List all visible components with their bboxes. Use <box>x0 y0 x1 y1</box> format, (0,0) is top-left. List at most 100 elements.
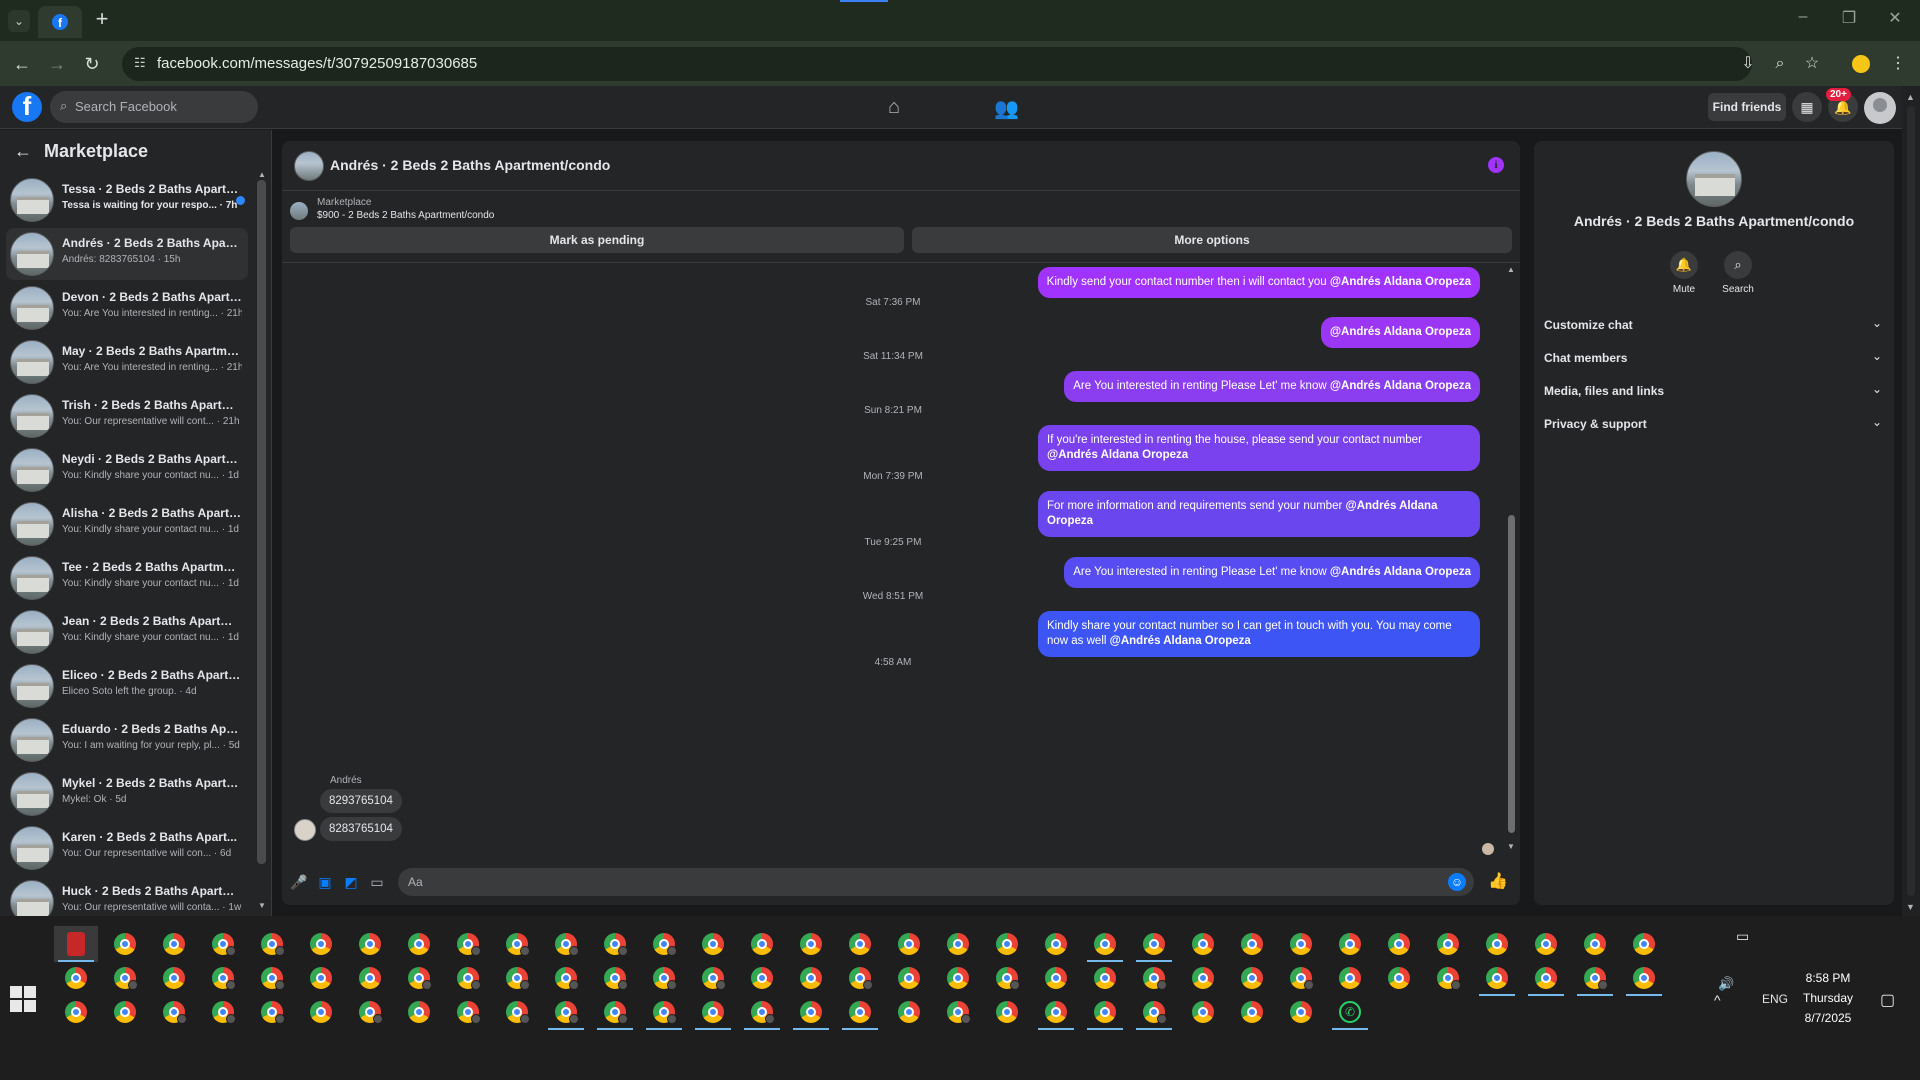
conversation-item[interactable]: Karen · 2 Beds 2 Baths Apart... You: Our … <box>6 822 248 874</box>
taskbar-chrome[interactable] <box>1426 926 1470 962</box>
outgoing-message[interactable]: If you're interested in renting the hous… <box>1038 425 1480 471</box>
outgoing-message[interactable]: For more information and requirements se… <box>1038 491 1480 537</box>
minimize-icon[interactable]: – <box>1788 8 1818 32</box>
taskbar-chrome[interactable] <box>1034 960 1078 996</box>
chat-avatar[interactable] <box>294 151 324 181</box>
mention-link[interactable]: @Andrés Aldana Oropeza <box>1330 326 1471 338</box>
mute-button[interactable]: 🔔 Mute <box>1664 251 1704 295</box>
conversation-item[interactable]: Trish · 2 Beds 2 Baths Apartmen... You: O… <box>6 390 248 442</box>
search-in-chat-button[interactable]: ⌕ Search <box>1718 251 1758 295</box>
taskbar-chrome[interactable] <box>1132 960 1176 996</box>
taskbar-chrome[interactable] <box>1426 960 1470 996</box>
taskbar-chrome[interactable] <box>740 960 784 996</box>
scroll-up-icon[interactable]: ▲ <box>258 170 266 179</box>
sidebar-scrollbar[interactable]: ▲ ▼ <box>257 170 266 910</box>
url-text[interactable]: facebook.com/messages/t/3079250918703068… <box>157 55 477 72</box>
taskbar-chrome[interactable] <box>1181 926 1225 962</box>
taskbar-chrome[interactable] <box>789 994 833 1030</box>
install-app-icon[interactable]: ⇩ <box>1736 52 1760 76</box>
taskbar-chrome[interactable] <box>887 960 931 996</box>
conversation-item[interactable]: Alisha · 2 Beds 2 Baths Apartme... You: K… <box>6 498 248 550</box>
outgoing-message[interactable]: Kindly send your contact number then i w… <box>1037 267 1480 298</box>
mention-link[interactable]: @Andrés Aldana Oropeza <box>1330 380 1471 392</box>
section-chat-members[interactable]: Chat members ⌄ <box>1544 347 1884 369</box>
facebook-logo-icon[interactable]: f <box>12 92 42 122</box>
tab-facebook[interactable]: f <box>38 6 82 38</box>
taskbar-chrome[interactable] <box>1230 926 1274 962</box>
outgoing-message[interactable]: @Andrés Aldana Oropeza <box>1320 317 1480 348</box>
incoming-message[interactable]: 8283765104 <box>320 817 402 841</box>
emoji-icon[interactable]: ☺ <box>1448 873 1466 891</box>
taskbar-chrome[interactable] <box>1132 926 1176 962</box>
info-icon[interactable]: i <box>1488 157 1504 173</box>
taskbar-chrome[interactable] <box>838 926 882 962</box>
taskbar-chrome[interactable] <box>593 926 637 962</box>
taskbar-whatsapp[interactable]: ✆ <box>1328 994 1372 1030</box>
taskbar-chrome[interactable] <box>1230 994 1274 1030</box>
mark-as-pending-button[interactable]: Mark as pending <box>290 227 904 253</box>
reload-icon[interactable]: ↻ <box>80 52 104 76</box>
taskbar-chrome[interactable] <box>201 994 245 1030</box>
find-friends-button[interactable]: Find friends <box>1708 93 1786 121</box>
taskbar-chrome[interactable] <box>1524 926 1568 962</box>
taskbar-chrome[interactable] <box>152 994 196 1030</box>
taskbar-chrome[interactable] <box>495 994 539 1030</box>
taskbar-chrome[interactable] <box>789 926 833 962</box>
taskbar-chrome[interactable] <box>1475 926 1519 962</box>
taskbar-chrome[interactable] <box>887 926 931 962</box>
taskbar-chrome[interactable] <box>397 960 441 996</box>
taskbar-chrome[interactable] <box>1132 994 1176 1030</box>
taskbar-chrome[interactable] <box>1181 994 1225 1030</box>
taskbar-chrome[interactable] <box>1034 926 1078 962</box>
scroll-up-icon[interactable]: ▲ <box>1507 265 1515 274</box>
taskbar-chrome[interactable] <box>348 960 392 996</box>
conversation-item[interactable]: Tee · 2 Beds 2 Baths Apartment... You: Ki… <box>6 552 248 604</box>
chat-scrollbar[interactable]: ▲ ▼ <box>1506 265 1516 851</box>
page-scroll-thumb[interactable] <box>1907 106 1915 896</box>
browser-menu-icon[interactable]: ⋮ <box>1886 52 1910 76</box>
taskbar-chrome[interactable] <box>1524 960 1568 996</box>
taskbar-chrome[interactable] <box>691 926 735 962</box>
taskbar-chrome[interactable] <box>495 926 539 962</box>
taskbar-chrome[interactable] <box>1573 926 1617 962</box>
taskbar-chrome[interactable] <box>789 960 833 996</box>
taskbar-chrome[interactable] <box>1328 926 1372 962</box>
notification-center-icon[interactable]: ▢ <box>1880 990 1895 1010</box>
sidebar-scroll-thumb[interactable] <box>257 180 266 864</box>
scroll-down-icon[interactable]: ▼ <box>1507 842 1515 851</box>
close-window-icon[interactable]: ✕ <box>1880 8 1910 32</box>
taskbar-chrome[interactable] <box>936 994 980 1030</box>
taskbar-chrome[interactable] <box>1181 960 1225 996</box>
taskbar-chrome[interactable] <box>446 994 490 1030</box>
taskbar-chrome[interactable] <box>691 960 735 996</box>
conversation-item[interactable]: Jean · 2 Beds 2 Baths Apartmen... You: Ki… <box>6 606 248 658</box>
taskbar-chrome[interactable] <box>936 926 980 962</box>
conversation-item[interactable]: Andrés · 2 Beds 2 Baths Apartm... Andrés:… <box>6 228 248 280</box>
taskbar-chrome[interactable] <box>1083 960 1127 996</box>
taskbar-chrome[interactable] <box>299 926 343 962</box>
conversation-item[interactable]: Eduardo · 2 Beds 2 Baths Apart... You: I … <box>6 714 248 766</box>
taskbar-chrome[interactable] <box>1622 960 1666 996</box>
taskbar-chrome[interactable] <box>1377 926 1421 962</box>
back-arrow-icon[interactable]: ← <box>14 141 32 162</box>
taskbar-chrome[interactable] <box>1622 926 1666 962</box>
account-avatar[interactable] <box>1864 92 1896 124</box>
taskbar-chrome[interactable] <box>103 960 147 996</box>
section-privacy-support[interactable]: Privacy & support ⌄ <box>1544 413 1884 435</box>
taskbar-chrome[interactable] <box>54 960 98 996</box>
taskbar-chrome[interactable] <box>642 994 686 1030</box>
taskbar-chrome[interactable] <box>250 960 294 996</box>
marketplace-listing-bar[interactable]: Marketplace $900 - 2 Beds 2 Baths Apartm… <box>282 193 1520 227</box>
bookmark-star-icon[interactable]: ☆ <box>1800 52 1824 76</box>
taskbar-chrome[interactable] <box>642 926 686 962</box>
facebook-search-input[interactable]: ⌕ Search Facebook <box>50 91 258 123</box>
chat-scroll-thumb[interactable] <box>1508 515 1515 833</box>
conversation-item[interactable]: Huck · 2 Beds 2 Baths Apartme... You: Our… <box>6 876 248 916</box>
scroll-up-icon[interactable]: ▲ <box>1906 92 1915 102</box>
taskbar-chrome[interactable] <box>838 994 882 1030</box>
microphone-icon[interactable]: 🎤 <box>290 873 308 891</box>
new-tab-button[interactable]: + <box>90 8 114 32</box>
gif-icon[interactable]: ▭ <box>368 873 386 891</box>
taskbar-chrome[interactable] <box>1083 994 1127 1030</box>
taskbar-chrome[interactable] <box>642 960 686 996</box>
